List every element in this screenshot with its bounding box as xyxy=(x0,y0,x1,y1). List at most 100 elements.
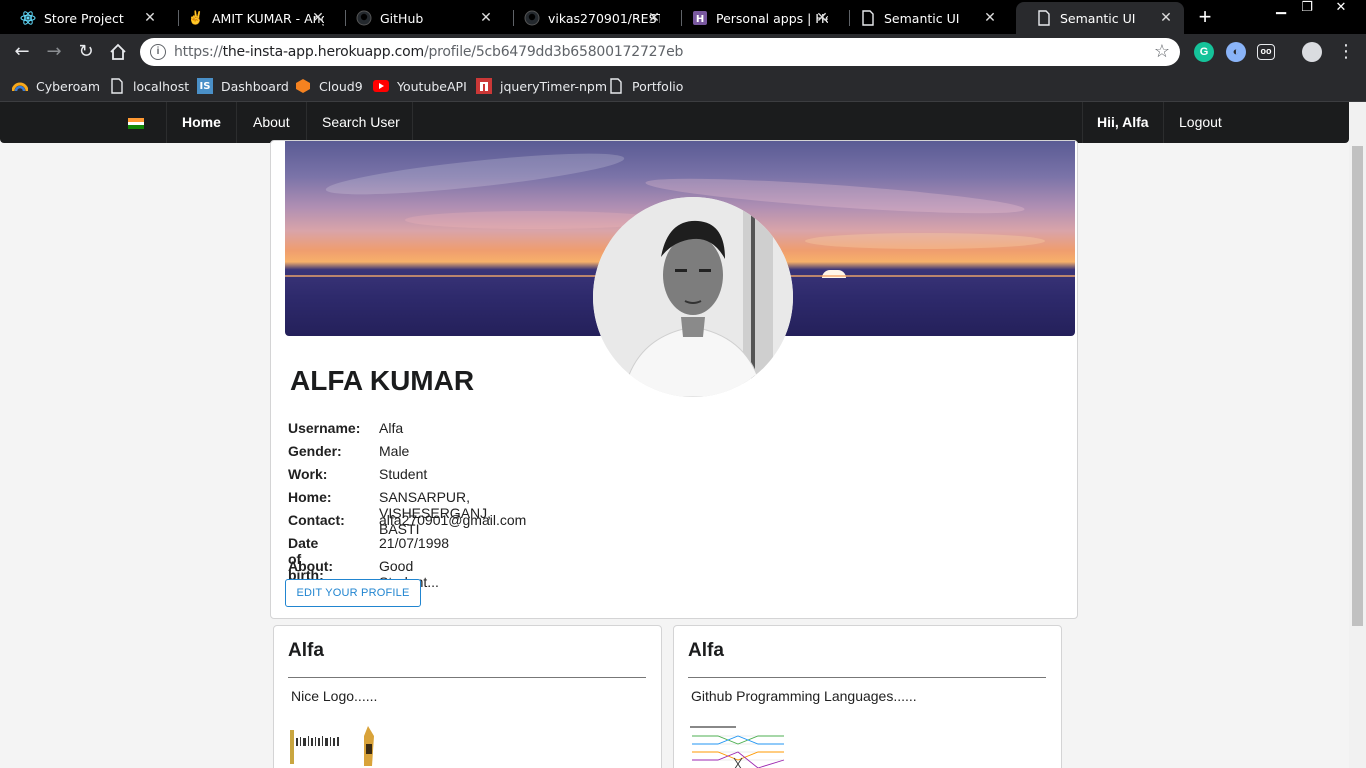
close-icon[interactable]: ✕ xyxy=(142,9,158,25)
browser-tab-strip: Store Project ✕ ✌ AMIT KUMAR - Ang ✕ Git… xyxy=(0,0,1366,34)
post-caption: Nice Logo...... xyxy=(291,688,378,704)
browser-tab[interactable]: Store Project ✕ xyxy=(0,2,168,34)
detail-label: Home: xyxy=(288,489,332,505)
extension-icon[interactable]: ◐ xyxy=(1226,42,1246,62)
close-icon[interactable]: ✕ xyxy=(982,9,998,25)
browser-toolbar: ← → ↻ i https://the-insta-app.herokuapp.… xyxy=(0,34,1366,70)
svg-text:H: H xyxy=(696,14,704,25)
post-caption: Github Programming Languages...... xyxy=(691,688,917,704)
tab-title: vikas270901/RESTF xyxy=(548,10,660,26)
bookmark-label: Portfolio xyxy=(632,78,684,94)
bookmark-portfolio[interactable]: Portfolio xyxy=(608,76,683,96)
browser-tab[interactable]: ✌ AMIT KUMAR - Ang ✕ xyxy=(168,2,336,34)
page-icon xyxy=(608,78,624,94)
profile-avatar-icon[interactable] xyxy=(1302,42,1322,62)
bookmark-localhost[interactable]: localhost xyxy=(109,76,189,96)
post-divider xyxy=(688,677,1046,678)
cast-icon[interactable]: oo xyxy=(1257,44,1275,60)
nav-search-user[interactable]: Search User xyxy=(306,102,416,143)
bookmarks-bar: Cyberoam localhost IS Dashboard Cloud9 Y… xyxy=(0,70,1366,102)
close-icon[interactable]: ✕ xyxy=(814,9,830,25)
post-image[interactable] xyxy=(288,722,388,768)
heroku-icon: H xyxy=(692,10,708,26)
bookmark-label: Dashboard xyxy=(221,78,289,94)
restore-icon[interactable]: ❐ xyxy=(1294,0,1320,18)
nav-home[interactable]: Home xyxy=(166,102,237,143)
india-flag-icon xyxy=(128,118,144,129)
tab-title: AMIT KUMAR - Ang xyxy=(212,10,324,26)
post-image[interactable] xyxy=(688,722,788,768)
new-tab-button[interactable]: + xyxy=(1192,5,1218,31)
page-icon xyxy=(1036,10,1052,26)
info-icon[interactable]: i xyxy=(150,44,166,60)
grammarly-icon[interactable]: G xyxy=(1194,42,1214,62)
dashboard-icon: IS xyxy=(197,78,213,94)
browser-tab[interactable]: GitHub ✕ xyxy=(336,2,504,34)
window-close-icon[interactable]: ✕ xyxy=(1328,0,1354,18)
browser-tab[interactable]: H Personal apps | Her ✕ xyxy=(672,2,840,34)
detail-label: Work: xyxy=(288,466,328,482)
post-divider xyxy=(288,677,646,678)
detail-label: Contact: xyxy=(288,512,345,528)
menu-dots-icon[interactable]: ⋮ xyxy=(1334,40,1358,64)
cloud9-icon xyxy=(295,78,311,94)
scrollbar-thumb[interactable] xyxy=(1352,146,1363,626)
url-path: /profile/5cb6479dd3b65800172727eb xyxy=(423,44,684,60)
browser-tab[interactable]: vikas270901/RESTF ✕ xyxy=(504,2,672,34)
bookmark-label: YoutubeAPI xyxy=(397,78,467,94)
page-scrollbar[interactable] xyxy=(1349,102,1366,768)
bookmark-jquerytimer[interactable]: jqueryTimer-npm xyxy=(476,76,607,96)
npm-icon xyxy=(476,78,492,94)
post-author[interactable]: Alfa xyxy=(288,640,324,662)
bookmark-dashboard[interactable]: IS Dashboard xyxy=(197,76,289,96)
post-author[interactable]: Alfa xyxy=(688,640,724,662)
bookmark-youtubeapi[interactable]: YoutubeAPI xyxy=(373,76,467,96)
url-scheme: https:// xyxy=(174,44,223,60)
page-icon xyxy=(860,10,876,26)
forward-arrow-icon[interactable]: → xyxy=(42,40,66,64)
tab-title: Personal apps | Her xyxy=(716,10,828,26)
page-icon xyxy=(109,78,125,94)
tab-title: Semantic UI xyxy=(884,10,960,26)
url-host: the-insta-app.herokuapp.com xyxy=(222,44,425,60)
browser-tab[interactable]: Semantic UI ✕ xyxy=(840,2,1008,34)
minimize-icon[interactable]: ▁ xyxy=(1268,0,1294,18)
bookmark-label: localhost xyxy=(133,78,190,94)
tab-title: GitHub xyxy=(380,10,424,26)
cyberoam-icon xyxy=(12,78,28,94)
edit-profile-button[interactable]: EDIT YOUR PROFILE xyxy=(285,579,421,607)
detail-label: Gender: xyxy=(288,443,342,459)
detail-value: Male xyxy=(379,443,410,459)
nav-logout[interactable]: Logout xyxy=(1163,102,1238,143)
detail-value: Alfa xyxy=(379,420,404,436)
nav-about[interactable]: About xyxy=(237,102,306,143)
close-icon[interactable]: ✕ xyxy=(310,9,326,25)
post-card[interactable]: Alfa Nice Logo...... xyxy=(273,625,662,768)
bookmark-cyberoam[interactable]: Cyberoam xyxy=(12,76,100,96)
address-bar[interactable]: i https://the-insta-app.herokuapp.com/pr… xyxy=(140,38,1180,66)
home-icon[interactable] xyxy=(106,40,130,64)
profile-name: ALFA KUMAR xyxy=(290,365,475,396)
browser-tab-active[interactable]: Semantic UI ✕ xyxy=(1016,2,1184,34)
bookmark-label: Cyberoam xyxy=(36,78,101,94)
bookmark-star-icon[interactable]: ☆ xyxy=(1154,41,1170,62)
site-navbar: Home About Search User Hii, Alfa Logout xyxy=(0,102,1349,143)
back-arrow-icon[interactable]: ← xyxy=(10,40,34,64)
detail-value: alfa270901@gmail.com xyxy=(379,512,527,528)
detail-label: Username: xyxy=(288,420,361,436)
profile-avatar xyxy=(593,197,793,397)
close-icon[interactable]: ✕ xyxy=(1158,9,1174,25)
bookmark-label: Cloud9 xyxy=(319,78,363,94)
detail-value: 21/07/1998 xyxy=(379,535,450,551)
page-viewport: Home About Search User Hii, Alfa Logout xyxy=(0,102,1366,768)
youtube-icon xyxy=(373,78,389,94)
bookmark-cloud9[interactable]: Cloud9 xyxy=(295,76,363,96)
close-icon[interactable]: ✕ xyxy=(478,9,494,25)
bookmark-label: jqueryTimer-npm xyxy=(500,78,608,94)
victory-hand-icon: ✌ xyxy=(187,10,205,25)
url-text: https://the-insta-app.herokuapp.com/prof… xyxy=(174,44,683,60)
tab-title: Store Project xyxy=(44,10,124,26)
close-icon[interactable]: ✕ xyxy=(646,9,662,25)
post-card[interactable]: Alfa Github Programming Languages...... xyxy=(673,625,1062,768)
reload-icon[interactable]: ↻ xyxy=(74,40,98,64)
